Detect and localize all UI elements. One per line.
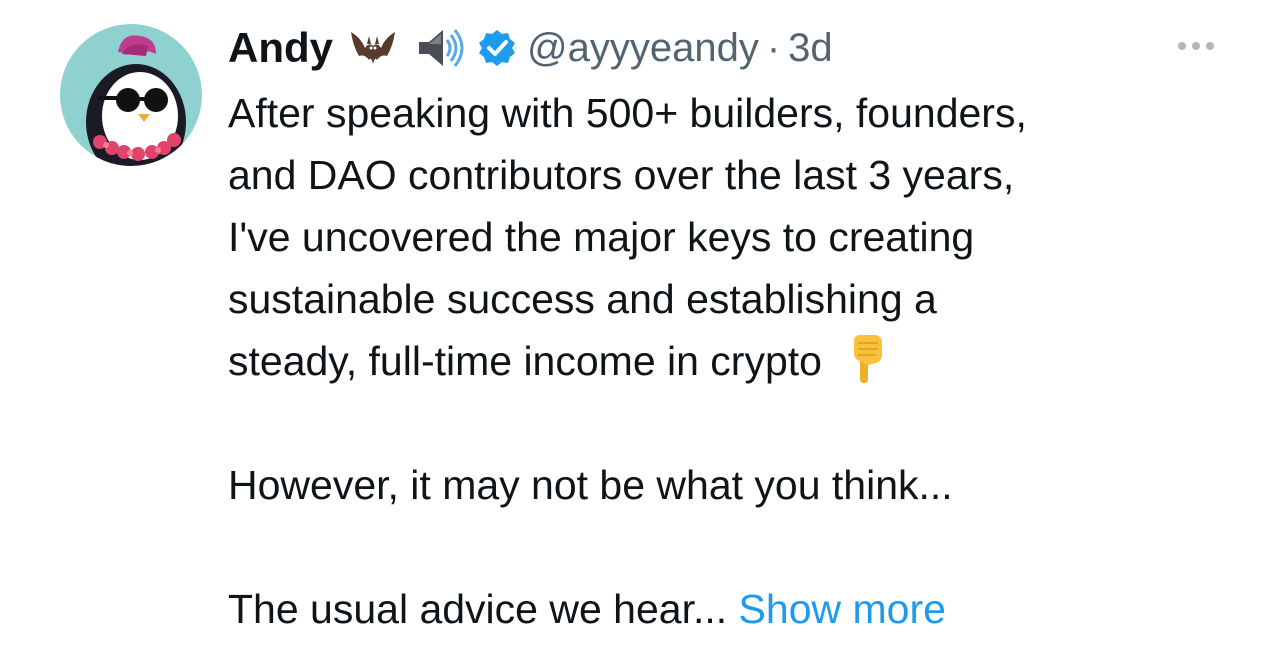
- more-dots-icon: [1178, 42, 1214, 50]
- tweet-line-4: sustainable success and establishing a: [228, 276, 937, 322]
- tweet-line-7-text: The usual advice we hear...: [228, 586, 728, 632]
- pointing-down-hand-icon: [844, 333, 888, 385]
- separator-dot: ·: [766, 25, 781, 70]
- display-name[interactable]: Andy: [228, 24, 333, 72]
- more-options-button[interactable]: [1172, 30, 1220, 62]
- tweet-line-6: However, it may not be what you think...: [228, 462, 953, 508]
- tweet-line-3: I've uncovered the major keys to creatin…: [228, 214, 975, 260]
- tweet-line-7: The usual advice we hear... Show more: [228, 578, 1258, 640]
- tweet-line-5: steady, full-time income in crypto: [228, 330, 1258, 392]
- avatar[interactable]: [60, 24, 202, 166]
- tweet-text: After speaking with 500+ builders, found…: [228, 82, 1258, 640]
- penguin-avatar-icon: [86, 35, 186, 166]
- show-more-link[interactable]: Show more: [739, 586, 946, 632]
- user-handle[interactable]: @ayyyeandy: [527, 26, 759, 71]
- tweet-line-5-text: steady, full-time income in crypto: [228, 338, 822, 384]
- tweet-card[interactable]: Andy @ayyyeandy · 3d After speaking with…: [0, 0, 1284, 649]
- speaker-icon: [413, 24, 465, 72]
- bat-icon: [347, 24, 399, 72]
- tweet-line-2: and DAO contributors over the last 3 yea…: [228, 152, 1015, 198]
- timestamp[interactable]: 3d: [788, 26, 833, 71]
- tweet-header: Andy @ayyyeandy · 3d: [228, 20, 833, 76]
- verified-badge-icon[interactable]: [477, 28, 517, 68]
- tweet-line-1: After speaking with 500+ builders, found…: [228, 90, 1027, 136]
